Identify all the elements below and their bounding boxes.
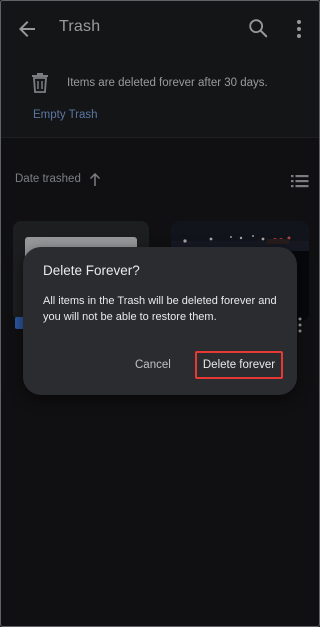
delete-forever-label: Delete forever [202, 359, 276, 371]
dialog-title: Delete Forever? [43, 263, 140, 278]
delete-forever-button[interactable]: Delete forever [195, 351, 283, 379]
delete-forever-dialog: Delete Forever? All items in the Trash w… [23, 247, 297, 395]
dialog-message: All items in the Trash will be deleted f… [43, 295, 277, 323]
screen: Trash Items are deleted forever after 30… [0, 0, 320, 627]
cancel-button[interactable]: Cancel [135, 359, 171, 371]
